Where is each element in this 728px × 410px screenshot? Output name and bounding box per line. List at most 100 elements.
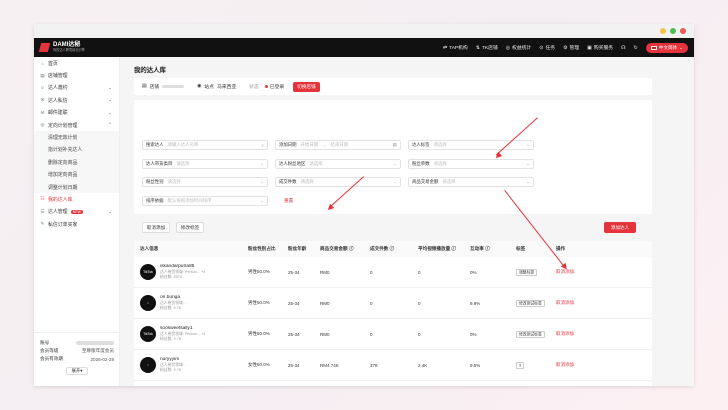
maximize-icon[interactable] [670, 28, 676, 34]
tag-chip[interactable]: 3 [516, 362, 525, 369]
cancel-add-button[interactable]: 取消添加 [142, 222, 170, 233]
edit-tag-button[interactable]: 修改标签 [176, 222, 204, 233]
date-range-input[interactable]: 添加日期 开始日期 → 结束日期 ▦ [275, 140, 401, 150]
support-icon[interactable]: ☊ [621, 45, 625, 51]
sidebar-subitem-label: 增加定向商品 [48, 173, 78, 179]
field-label: 排序依据 [146, 198, 164, 203]
shop-name-redacted [162, 84, 185, 89]
close-icon[interactable] [680, 28, 686, 34]
sales-select[interactable]: 商品交易金额 请选择 ⌄ [408, 177, 534, 187]
sidebar-item-shop[interactable]: ▤ 店铺管理 [34, 69, 119, 81]
sidebar-item-label: 达人管理 [48, 210, 68, 216]
sidebar-item-mail[interactable]: ✉ 邮件建联 ⌄ [34, 107, 119, 119]
creator-text: iskandarputra85 达人带货领域: Person... +4 粉丝数: … [160, 264, 205, 281]
account-value-redacted [76, 341, 114, 345]
search-input[interactable]: 搜索达人 请输入达人名称 ⌕ [142, 140, 268, 150]
cancel-add-link[interactable]: 取消添加 [556, 331, 594, 337]
rate-cell: 0% [470, 331, 477, 337]
field-label: 商品交易金额 [412, 179, 439, 184]
cancel-add-link[interactable]: 取消添加 [556, 269, 594, 275]
sidebar-item-plan[interactable]: ◎ 定向计划管理 ⌃ [34, 119, 119, 131]
tag-cell: 修改测试标签 [516, 330, 556, 338]
sidebar-item-buyer-dm[interactable]: ✎ 私信订单买家 [34, 218, 119, 230]
nav-tap[interactable]: ⇄ TAP机构 [443, 44, 468, 52]
sidebar-item-label: 首页 [48, 61, 58, 67]
calendar-icon: ▦ [392, 142, 397, 147]
gender-cell: 男性50.0% [248, 331, 270, 336]
cancel-add-link[interactable]: 取消添加 [556, 300, 594, 306]
expiry-label: 会员有效期 [40, 356, 63, 361]
avatar[interactable]: TikTok [140, 326, 156, 342]
orders-cell: 0 [370, 269, 373, 275]
placeholder: 请选择 [442, 179, 456, 184]
chevron-down-icon: ⌄ [526, 161, 530, 166]
chevron-up-icon: ⌃ [108, 122, 112, 128]
placeholder: 请选择 [433, 142, 447, 147]
cancel-add-link[interactable]: 取消添加 [556, 362, 594, 368]
sidebar-item-label: 达人邀约 [48, 86, 68, 92]
gmv-cell: RM0 [320, 269, 330, 275]
fans-count-select[interactable]: 粉丝单数 请选择 ⌄ [408, 159, 534, 169]
level-value: 至尊版年度会员 [81, 348, 114, 353]
sidebar-item-creator-manage[interactable]: ☰ 达人管理 NEW ⌄ [34, 206, 119, 218]
sidebar-subitem[interactable]: 清理无效计划 [34, 131, 119, 144]
status-value-wrap: 已登录 [264, 83, 284, 90]
add-creator-button[interactable]: 添加达人 [604, 222, 636, 233]
nav-stats[interactable]: ◎ 权益统计 [505, 44, 532, 52]
tag-chip[interactable]: 修改测试标签 [516, 330, 545, 338]
creator-info: TikTok iskandarputra85 达人带货领域: Person... +… [134, 264, 248, 281]
gear-icon: ⚙ [563, 44, 568, 51]
tag-chip[interactable]: 调整标签 [516, 268, 538, 276]
site-label: 站点 [204, 85, 214, 90]
avatar[interactable]: ♪ [140, 357, 156, 373]
tag-cell: 3 [516, 362, 556, 369]
filter-panel: 搜索达人 请输入达人名称 ⌕ 添加日期 开始日期 → 结束日期 ▦ 达人标签 请选择 ⌄ 达人带… [134, 100, 652, 214]
chart-icon: ◎ [505, 44, 511, 51]
rate-cell: 9.5% [470, 362, 481, 368]
nav-label: TAP机构 [449, 46, 468, 51]
chevron-down-icon: ⌄ [526, 179, 530, 184]
tag-chip[interactable]: 修改测试标签 [516, 299, 545, 307]
sidebar-subitem[interactable]: 增加定向商品 [34, 168, 119, 181]
language-switch[interactable]: 中文简体 ⌄ [645, 42, 688, 53]
sidebar-subitem-label: 清理无效计划 [48, 136, 78, 142]
nav-label: 购买服务 [593, 46, 614, 51]
avatar[interactable]: ♪ [140, 295, 156, 311]
column-header: 商品交易金额 ⓘ [320, 246, 354, 251]
views-cell: 0 [418, 300, 421, 306]
rate-cell: 0% [470, 269, 477, 275]
sidebar-subitem[interactable]: 指计划补充达人 [34, 143, 119, 157]
gender-select[interactable]: 粉丝性别 请选择 ⌄ [142, 177, 268, 187]
rate-cell: 9.9% [470, 300, 481, 306]
orders-select[interactable]: 成交件数 请选择 ⌄ [275, 177, 401, 187]
sidebar-item-invite[interactable]: ☺ 达人邀约 ⌄ [34, 82, 119, 94]
nav-label: 权益统计 [512, 46, 532, 51]
avatar[interactable]: TikTok [140, 264, 156, 280]
sidebar-subitem[interactable]: 删除定向商品 [34, 156, 119, 169]
sidebar-subitem[interactable]: 调整计划日期 [34, 180, 119, 194]
sidebar-item-dm[interactable]: ✉ 达人私信 ⌄ [34, 94, 119, 106]
sort-select[interactable]: 排序依据 默认按照添加时间排序 ⌄ [142, 196, 268, 206]
creator-info: ♪ on.bunga 达人带货领域: - 粉丝数: 9.7K [134, 295, 248, 312]
manage-icon: ☰ [40, 208, 45, 214]
creator-tag-select[interactable]: 达人标签 请选择 ⌄ [408, 140, 534, 150]
switch-store-button[interactable]: 切换店铺 [293, 81, 320, 92]
nav-buy[interactable]: ▣ 购买服务 [587, 44, 614, 52]
fans-region-select[interactable]: 达人粉丝地区 请选择 ⌄ [275, 159, 401, 169]
sidebar-item-home[interactable]: ⌂ 首页 [34, 57, 119, 69]
gender-cell: 男性50.0% [248, 269, 270, 274]
nav-tk-store[interactable]: ⇅ TK店铺 [476, 44, 498, 52]
minimize-icon[interactable] [660, 28, 666, 34]
placeholder: 请选择 [176, 161, 190, 166]
refresh-icon[interactable]: ↻ [634, 45, 638, 51]
table-row: ♪meiyiin达人带货领域: - [134, 381, 652, 386]
age-cell: 25-34 [288, 269, 300, 275]
sidebar-item-my-creators[interactable]: ☷ 我的达人库 [34, 193, 119, 205]
nav-task[interactable]: ⊙ 任务 [539, 44, 555, 52]
category-select[interactable]: 达人带货类目 请选择 ⌄ [142, 159, 268, 169]
logo[interactable]: DAMI达秘 你的达人跨境增长引擎 [53, 42, 85, 52]
expand-button[interactable]: 展开 ▾ [66, 367, 88, 375]
nav-manage[interactable]: ⚙ 管理 [563, 44, 579, 52]
reset-button[interactable]: 重置 [284, 198, 293, 204]
gender-cell: 男性50.0% [248, 300, 270, 305]
